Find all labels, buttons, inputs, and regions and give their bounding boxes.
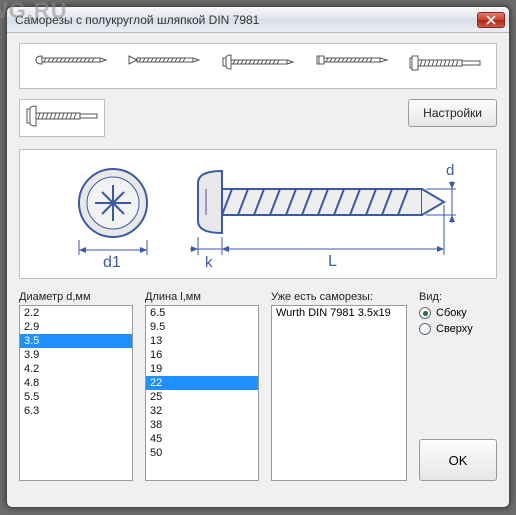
list-item[interactable]: 38 xyxy=(146,418,258,432)
length-label: Длина l,мм xyxy=(145,291,259,303)
existing-column: Уже есть саморезы: Wurth DIN 7981 3.5x19 xyxy=(271,291,407,481)
screw-type-thumb[interactable] xyxy=(213,49,303,83)
diameter-listbox[interactable]: 2.22.93.53.94.24.85.56.3 xyxy=(19,305,133,481)
screw-type-thumb[interactable] xyxy=(307,49,397,83)
list-item[interactable]: 45 xyxy=(146,432,258,446)
radio-icon xyxy=(419,307,431,319)
list-item[interactable]: 13 xyxy=(146,334,258,348)
screw-type-thumb-extra[interactable] xyxy=(19,99,105,137)
diameter-label: Диаметр d,мм xyxy=(19,291,133,303)
screw-icon xyxy=(221,52,295,80)
screw-icon xyxy=(25,104,99,132)
list-item[interactable]: 6.5 xyxy=(146,306,258,320)
svg-text:d: d xyxy=(446,162,454,179)
view-label: Вид: xyxy=(419,291,442,303)
list-item[interactable]: 6.3 xyxy=(20,404,132,418)
list-item[interactable]: 50 xyxy=(146,446,258,460)
screw-type-thumb[interactable] xyxy=(400,49,490,83)
close-icon xyxy=(486,15,496,25)
dialog-window: Саморезы с полукруглой шляпкой DIN 7981 xyxy=(6,6,510,508)
svg-text:k: k xyxy=(205,254,213,271)
radio-label: Сбоку xyxy=(436,307,467,319)
second-row: Настройки xyxy=(19,99,497,141)
list-item[interactable]: 2.9 xyxy=(20,320,132,334)
list-item[interactable]: 32 xyxy=(146,404,258,418)
screw-type-thumb[interactable] xyxy=(120,49,210,83)
view-radio-top[interactable]: Сверху xyxy=(419,323,497,335)
settings-button[interactable]: Настройки xyxy=(408,99,497,127)
dimension-diagram: d1 xyxy=(19,149,497,279)
svg-text:d1: d1 xyxy=(103,254,121,271)
ok-button[interactable]: OK xyxy=(419,439,497,481)
list-item[interactable]: 3.9 xyxy=(20,348,132,362)
existing-listbox[interactable]: Wurth DIN 7981 3.5x19 xyxy=(271,305,407,481)
screw-type-gallery xyxy=(19,43,497,89)
existing-label: Уже есть саморезы: xyxy=(271,291,407,303)
list-item[interactable]: 2.2 xyxy=(20,306,132,320)
diameter-column: Диаметр d,мм 2.22.93.53.94.24.85.56.3 xyxy=(19,291,133,481)
list-item[interactable]: 3.5 xyxy=(20,334,132,348)
view-radio-side[interactable]: Сбоку xyxy=(419,307,497,319)
list-item[interactable]: Wurth DIN 7981 3.5x19 xyxy=(276,307,402,319)
svg-text:L: L xyxy=(328,253,337,270)
screw-icon xyxy=(315,52,389,80)
list-item[interactable]: 19 xyxy=(146,362,258,376)
view-group: Вид: Сбоку Сверху xyxy=(419,291,497,335)
close-button[interactable] xyxy=(477,12,505,28)
list-item[interactable]: 4.8 xyxy=(20,376,132,390)
screw-type-thumb[interactable] xyxy=(26,49,116,83)
list-item[interactable]: 16 xyxy=(146,348,258,362)
dialog-content: Настройки d1 xyxy=(7,33,509,507)
list-item[interactable]: 22 xyxy=(146,376,258,390)
window-title: Саморезы с полукруглой шляпкой DIN 7981 xyxy=(15,13,477,27)
list-item[interactable]: 5.5 xyxy=(20,390,132,404)
length-listbox[interactable]: 6.59.5131619222532384550 xyxy=(145,305,259,481)
list-item[interactable]: 4.2 xyxy=(20,362,132,376)
parameters-row: Диаметр d,мм 2.22.93.53.94.24.85.56.3 Дл… xyxy=(19,291,497,481)
list-item[interactable]: 25 xyxy=(146,390,258,404)
diagram-svg: d1 xyxy=(48,155,468,273)
screw-icon xyxy=(34,52,108,80)
titlebar: Саморезы с полукруглой шляпкой DIN 7981 xyxy=(7,7,509,33)
length-column: Длина l,мм 6.59.5131619222532384550 xyxy=(145,291,259,481)
screw-icon xyxy=(408,52,482,80)
screw-icon xyxy=(127,52,201,80)
radio-icon xyxy=(419,323,431,335)
right-column: Вид: Сбоку Сверху OK xyxy=(419,291,497,481)
radio-label: Сверху xyxy=(436,323,473,335)
list-item[interactable]: 9.5 xyxy=(146,320,258,334)
